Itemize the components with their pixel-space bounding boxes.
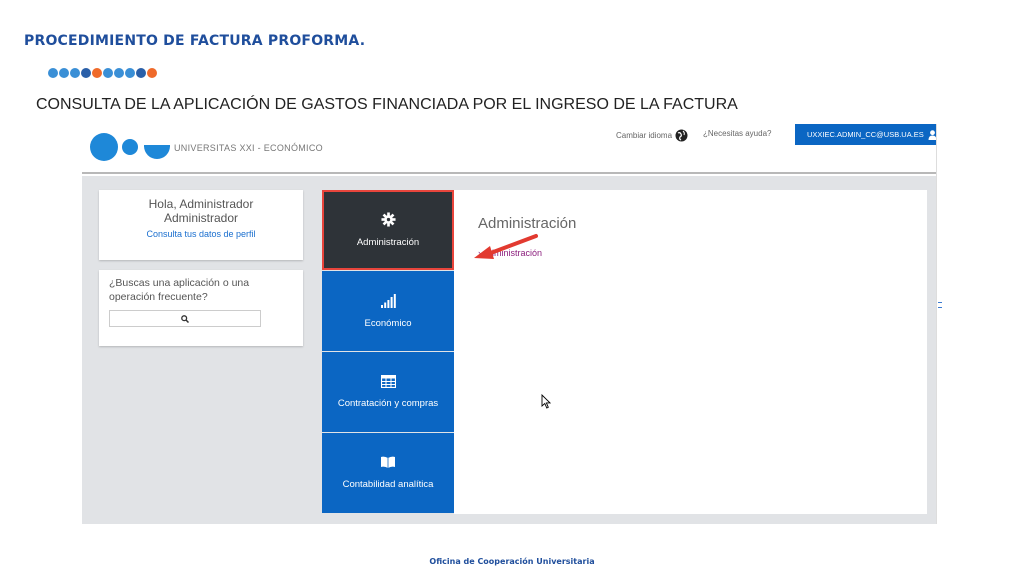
tile-administracion[interactable]: Administración <box>322 190 454 270</box>
greeting-card: Hola, Administrador Administrador Consul… <box>99 190 303 260</box>
search-icon <box>181 314 189 323</box>
user-menu-button[interactable]: UXXIEC.ADMIN_CC@USB.UA.ES <box>795 124 937 145</box>
tile-contratacion[interactable]: Contratación y compras <box>322 352 454 432</box>
tile-label: Contabilidad analítica <box>342 479 434 490</box>
user-email: UXXIEC.ADMIN_CC@USB.UA.ES <box>807 130 924 139</box>
app-header: UNIVERSITAS XXI - ECONÓMICO Cambiar idio… <box>82 124 938 174</box>
scrollbar-thumb[interactable] <box>938 302 942 308</box>
decorative-dot <box>147 68 157 78</box>
greeting-line1: Hola, Administrador <box>148 197 254 211</box>
decorative-dot <box>136 68 146 78</box>
slide-title: PROCEDIMIENTO DE FACTURA PROFORMA. <box>24 33 366 49</box>
app-screenshot: UNIVERSITAS XXI - ECONÓMICO Cambiar idio… <box>82 124 944 524</box>
slide-subtitle: CONSULTA DE LA APLICACIÓN DE GASTOS FINA… <box>36 96 738 113</box>
gear-icon <box>380 212 396 227</box>
scrollbar[interactable] <box>936 124 944 524</box>
decorative-dot <box>114 68 124 78</box>
decorative-dots <box>48 68 157 78</box>
decorative-dot <box>70 68 80 78</box>
app-tiles: Administración Económico Contratación y … <box>322 190 454 514</box>
decorative-dot <box>81 68 91 78</box>
decorative-dot <box>103 68 113 78</box>
search-question: ¿Buscas una aplicación o una operación f… <box>109 277 250 303</box>
universitas-logo <box>90 133 170 161</box>
tile-contabilidad[interactable]: Contabilidad analítica <box>322 433 454 513</box>
tile-label: Contratación y compras <box>337 398 439 409</box>
search-card: ¿Buscas una aplicación o una operación f… <box>99 270 303 346</box>
globe-icon <box>675 129 688 142</box>
help-link[interactable]: ¿Necesitas ayuda? <box>703 129 771 138</box>
search-input[interactable] <box>109 310 261 327</box>
change-language-label: Cambiar idioma <box>616 131 673 140</box>
red-arrow-annotation <box>474 234 538 259</box>
decorative-dot <box>92 68 102 78</box>
decorative-dot <box>59 68 69 78</box>
book-icon <box>381 456 395 468</box>
table-icon <box>380 375 396 388</box>
tile-economico[interactable]: Económico <box>322 271 454 351</box>
decorative-dot <box>125 68 135 78</box>
profile-link[interactable]: Consulta tus datos de perfil <box>99 229 303 239</box>
tile-label: Administración <box>356 237 420 248</box>
decorative-dot <box>48 68 58 78</box>
brand-title: UNIVERSITAS XXI - ECONÓMICO <box>174 143 323 153</box>
tile-label: Económico <box>364 317 412 329</box>
mouse-cursor-icon <box>541 394 551 409</box>
change-language-link[interactable]: Cambiar idioma <box>616 129 688 142</box>
greeting-line2: Administrador <box>163 211 239 225</box>
signal-bars-icon <box>380 293 396 308</box>
slide-footer: Oficina de Cooperación Universitaria <box>429 557 595 566</box>
